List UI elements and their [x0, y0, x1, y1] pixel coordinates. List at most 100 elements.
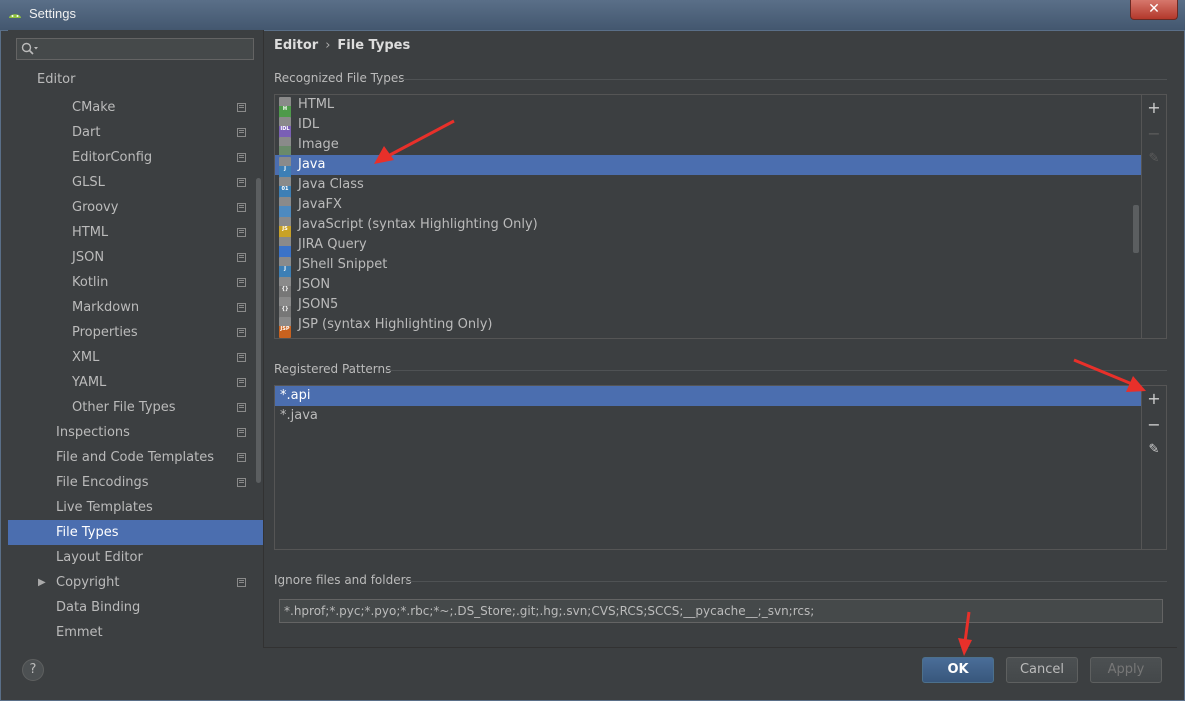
file-type-row[interactable]: J JShell Snippet — [275, 255, 1141, 278]
project-scope-icon — [237, 278, 246, 287]
registered-patterns-list[interactable]: *.api *.java + − ✎ — [274, 385, 1167, 550]
sidebar-item-glsl[interactable]: GLSL — [8, 170, 263, 195]
sidebar-item-label: Groovy — [72, 200, 119, 215]
sidebar-item-json[interactable]: JSON — [8, 245, 263, 270]
file-type-label: JavaScript (syntax Highlighting Only) — [298, 217, 538, 232]
file-type-row[interactable]: H HTML — [275, 95, 1141, 118]
file-type-label: JIRA Query — [298, 237, 367, 252]
patterns-heading-label: Registered Patterns — [274, 362, 392, 376]
icon-badge: JS — [279, 226, 291, 232]
file-type-label: JavaFX — [298, 197, 342, 212]
ok-button[interactable]: OK — [922, 657, 994, 683]
breadcrumb: Editor › File Types — [274, 38, 410, 53]
sidebar-item-groovy[interactable]: Groovy — [8, 195, 263, 220]
sidebar-item-label: Emmet — [56, 625, 103, 640]
sidebar-item-file-and-code-templates[interactable]: File and Code Templates — [8, 445, 263, 470]
sidebar-item-inspections[interactable]: Inspections — [8, 420, 263, 445]
project-scope-icon — [237, 328, 246, 337]
sidebar-item-label: Copyright — [56, 575, 120, 590]
project-scope-icon — [237, 128, 246, 137]
file-type-label: JSP (syntax Highlighting Only) — [298, 317, 493, 332]
file-type-row[interactable]: Image — [275, 135, 1141, 158]
pattern-row[interactable]: *.java — [275, 406, 1141, 426]
icon-badge: 01 — [279, 186, 291, 192]
file-type-row[interactable]: {} JSON5 — [275, 295, 1141, 318]
sidebar-item-dart[interactable]: Dart — [8, 120, 263, 145]
file-type-label: JShell Snippet — [298, 257, 388, 272]
icon-badge: J — [279, 266, 291, 272]
cancel-button[interactable]: Cancel — [1006, 657, 1078, 683]
sidebar-item-label: Properties — [72, 325, 138, 340]
tree-section-editor[interactable]: Editor — [37, 72, 75, 87]
sidebar-item-data-binding[interactable]: Data Binding — [8, 595, 263, 620]
divider — [404, 581, 1167, 582]
icon-badge: JSP — [279, 326, 291, 332]
project-scope-icon — [237, 403, 246, 412]
project-scope-icon — [237, 478, 246, 487]
sidebar-item-label: CMake — [72, 100, 116, 115]
search-input[interactable] — [16, 38, 254, 60]
file-type-row[interactable]: JIRA Query — [275, 235, 1141, 258]
sidebar-item-properties[interactable]: Properties — [8, 320, 263, 345]
icon-badge: {} — [279, 306, 291, 312]
expand-arrow-icon[interactable]: ▶ — [38, 570, 46, 595]
sidebar-item-emmet[interactable]: Emmet — [8, 620, 263, 645]
icon-badge — [279, 246, 291, 252]
sidebar-scrollbar[interactable] — [256, 178, 261, 483]
sidebar-item-label: GLSL — [72, 175, 105, 190]
add-pattern-button[interactable]: + — [1147, 391, 1161, 407]
edit-pattern-button[interactable]: ✎ — [1147, 443, 1161, 457]
file-type-row[interactable]: {} JSON — [275, 275, 1141, 298]
ignore-files-heading: Ignore files and folders — [274, 573, 1167, 587]
file-type-row[interactable]: J Java — [275, 155, 1141, 178]
ignore-heading-label: Ignore files and folders — [274, 573, 412, 587]
close-button[interactable]: ✕ — [1130, 0, 1178, 20]
help-button[interactable]: ? — [22, 659, 44, 681]
sidebar-item-editorconfig[interactable]: EditorConfig — [8, 145, 263, 170]
add-file-type-button[interactable]: + — [1147, 100, 1161, 116]
icon-badge: H — [279, 106, 291, 112]
pattern-label: *.java — [280, 408, 318, 423]
project-scope-icon — [237, 203, 246, 212]
file-type-row[interactable]: IDL IDL — [275, 115, 1141, 138]
sidebar-item-file-encodings[interactable]: File Encodings — [8, 470, 263, 495]
sidebar-item-markdown[interactable]: Markdown — [8, 295, 263, 320]
file-type-row[interactable]: 01 Java Class — [275, 175, 1141, 198]
remove-file-type-button[interactable]: − — [1147, 126, 1161, 142]
sidebar-item-kotlin[interactable]: Kotlin — [8, 270, 263, 295]
sidebar-item-label: EditorConfig — [72, 150, 153, 165]
sidebar-item-html[interactable]: HTML — [8, 220, 263, 245]
edit-file-type-button[interactable]: ✎ — [1147, 152, 1161, 166]
sidebar-item-live-templates[interactable]: Live Templates — [8, 495, 263, 520]
sidebar-item-label: Live Templates — [56, 500, 153, 515]
recognized-file-types-list[interactable]: H HTML IDL IDL Image J Java 01 Java Class JavaFX J… — [274, 94, 1167, 339]
sidebar-item-xml[interactable]: XML — [8, 345, 263, 370]
pattern-label: *.api — [280, 388, 311, 403]
file-type-label: Java — [298, 157, 326, 172]
file-types-scrollbar[interactable] — [1133, 205, 1139, 253]
sidebar-item-file-types[interactable]: File Types — [8, 520, 263, 545]
breadcrumb-separator: › — [325, 38, 331, 53]
apply-button[interactable]: Apply — [1090, 657, 1162, 683]
remove-pattern-button[interactable]: − — [1147, 417, 1161, 433]
sidebar-item-label: Layout Editor — [56, 550, 143, 565]
android-studio-icon — [9, 14, 21, 18]
project-scope-icon — [237, 228, 246, 237]
file-type-row[interactable]: JS JavaScript (syntax Highlighting Only) — [275, 215, 1141, 238]
project-scope-icon — [237, 153, 246, 162]
breadcrumb-editor[interactable]: Editor — [274, 38, 318, 53]
search-icon — [21, 42, 38, 55]
sidebar-item-yaml[interactable]: YAML — [8, 370, 263, 395]
sidebar-item-layout-editor[interactable]: Layout Editor — [8, 545, 263, 570]
sidebar-item-cmake[interactable]: CMake — [8, 95, 263, 120]
file-type-row[interactable]: JSP JSP (syntax Highlighting Only) — [275, 315, 1141, 338]
file-type-row[interactable]: JavaFX — [275, 195, 1141, 218]
project-scope-icon — [237, 303, 246, 312]
sidebar-item-other-file-types[interactable]: Other File Types — [8, 395, 263, 420]
sidebar-item-copyright[interactable]: ▶ Copyright — [8, 570, 263, 595]
sidebar-item-label: File and Code Templates — [56, 450, 214, 465]
breadcrumb-current: File Types — [337, 38, 411, 53]
ignore-files-input[interactable]: *.hprof;*.pyc;*.pyo;*.rbc;*~;.DS_Store;.… — [279, 599, 1163, 623]
pattern-row[interactable]: *.api — [275, 386, 1141, 406]
divider — [399, 79, 1167, 80]
